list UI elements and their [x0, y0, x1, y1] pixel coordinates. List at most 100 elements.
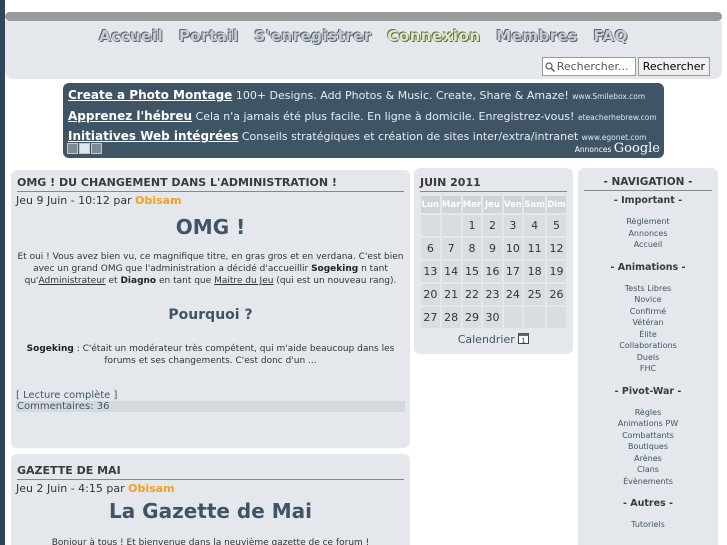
- nav-link[interactable]: Collaborations: [578, 340, 718, 352]
- calendar-empty-cell: [524, 307, 545, 328]
- calendar-day[interactable]: 13: [421, 261, 440, 282]
- calendar-day[interactable]: 10: [503, 238, 523, 259]
- calendar-day[interactable]: 19: [547, 261, 566, 282]
- calendar-day[interactable]: 22: [462, 284, 482, 305]
- calendar-day[interactable]: 15: [462, 261, 482, 282]
- weekday: Ven: [503, 196, 523, 213]
- calendar-icon: 1: [518, 333, 530, 345]
- ad-choices-brand: Google: [613, 141, 660, 156]
- calendar-week-row: 12345: [421, 215, 566, 236]
- weekday: Mer: [462, 196, 482, 213]
- menu-register[interactable]: S'enregistrer: [254, 27, 371, 45]
- ad-choices-label: Annonces: [574, 145, 612, 154]
- ad-item[interactable]: Initiatives Web intégrées Conseils strat…: [68, 127, 659, 148]
- comments-count[interactable]: Commentaires: 36: [16, 401, 405, 412]
- nav-link[interactable]: FHC: [578, 363, 718, 375]
- nav-link[interactable]: Tests Libres: [578, 283, 718, 295]
- nav-link[interactable]: Clans: [578, 464, 718, 476]
- calendar-title: JUIN 2011: [420, 176, 567, 192]
- ad-item[interactable]: Apprenez l'hébreu Cela n'a jamais été pl…: [68, 107, 659, 128]
- menu-faq[interactable]: FAQ: [593, 27, 627, 45]
- calendar-day[interactable]: 2: [483, 215, 502, 236]
- menu-connexion[interactable]: Connexion: [387, 27, 480, 45]
- calendar-day[interactable]: 23: [483, 284, 502, 305]
- ad-close-button[interactable]: [91, 143, 102, 154]
- nav-link[interactable]: Annonces: [578, 228, 718, 240]
- article-author[interactable]: Obisam: [135, 194, 181, 207]
- nav-link[interactable]: Vétéran: [578, 317, 718, 329]
- top-bar: [5, 12, 722, 21]
- ad-title[interactable]: Apprenez l'hébreu: [68, 109, 192, 123]
- ad-item[interactable]: Create a Photo Montage 100+ Designs. Add…: [68, 86, 659, 107]
- calendar-day[interactable]: 30: [483, 307, 502, 328]
- ad-next-button[interactable]: [79, 143, 90, 154]
- nav-link[interactable]: Boutiques: [578, 441, 718, 453]
- ad-choices[interactable]: Annonces Google: [575, 141, 660, 156]
- calendar-day[interactable]: 11: [524, 238, 545, 259]
- calendar-day[interactable]: 14: [441, 261, 461, 282]
- calendar-day[interactable]: 17: [503, 261, 523, 282]
- nav-section-title: - Animations -: [610, 261, 686, 273]
- nav-link[interactable]: Arènes: [578, 453, 718, 465]
- search-placeholder: Rechercher...: [556, 60, 629, 73]
- calendar-day[interactable]: 12: [547, 238, 566, 259]
- calendar-day[interactable]: 8: [462, 238, 482, 259]
- article-date: Jeu 9 Juin - 10:12 par: [16, 194, 132, 207]
- calendar-day[interactable]: 9: [483, 238, 502, 259]
- calendar-day[interactable]: 20: [421, 284, 440, 305]
- calendar-day[interactable]: 27: [421, 307, 440, 328]
- nav-link[interactable]: Accueil: [578, 239, 718, 251]
- calendar-day[interactable]: 24: [503, 284, 523, 305]
- calendar-empty-cell: [503, 307, 523, 328]
- ad-prev-button[interactable]: [67, 143, 78, 154]
- nav-link[interactable]: Novice: [578, 294, 718, 306]
- nav-link[interactable]: Évènements: [578, 476, 718, 488]
- article-gazette: GAZETTE DE MAI Jeu 2 Juin - 4:15 par Obi…: [11, 454, 410, 545]
- nav-section-title: - Pivot-War -: [614, 385, 682, 397]
- nav-link[interactable]: Élite: [578, 329, 718, 341]
- calendar-link[interactable]: Calendrier 1: [414, 332, 573, 346]
- calendar-day[interactable]: 1: [462, 215, 482, 236]
- calendar-day[interactable]: 6: [421, 238, 440, 259]
- calendar-day[interactable]: 5: [547, 215, 566, 236]
- article-author[interactable]: Obisam: [128, 482, 174, 495]
- left-edge-bar: [0, 0, 5, 545]
- menu-accueil[interactable]: Accueil: [99, 27, 163, 45]
- read-more-link[interactable]: [ Lecture complète ]: [11, 390, 410, 401]
- nav-link[interactable]: Combattants: [578, 430, 718, 442]
- calendar-day[interactable]: 18: [524, 261, 545, 282]
- article-heading[interactable]: OMG ! DU CHANGEMENT DANS L'ADMINISTRATIO…: [17, 176, 404, 192]
- calendar-week-row: 6 7 8 9 10 11 12: [421, 238, 566, 259]
- calendar-day[interactable]: 28: [441, 307, 461, 328]
- calendar-day[interactable]: 21: [441, 284, 461, 305]
- article-title: La Gazette de Mai: [108, 499, 313, 523]
- nav-link[interactable]: Tutoriels: [578, 519, 718, 531]
- nav-link[interactable]: Règlement: [578, 216, 718, 228]
- ad-title[interactable]: Create a Photo Montage: [68, 88, 232, 102]
- calendar-day[interactable]: 25: [524, 284, 545, 305]
- body-link[interactable]: Administrateur: [39, 276, 106, 286]
- calendar-day[interactable]: 3: [503, 215, 523, 236]
- search-button[interactable]: Rechercher: [637, 57, 710, 76]
- ad-title[interactable]: Initiatives Web intégrées: [68, 129, 238, 143]
- search-form: Rechercher... Rechercher: [541, 57, 710, 76]
- nav-link[interactable]: Règles: [578, 407, 718, 419]
- nav-link[interactable]: Duels: [578, 352, 718, 364]
- menu-portail[interactable]: Portail: [179, 27, 239, 45]
- nav-link[interactable]: Animations PW: [578, 418, 718, 430]
- body-text: (qui est un nouveau rang).: [276, 276, 397, 286]
- body-text: et: [108, 276, 118, 286]
- menu-membres[interactable]: Membres: [496, 27, 577, 45]
- calendar-day[interactable]: 4: [524, 215, 545, 236]
- body-link[interactable]: Maitre du Jeu: [214, 276, 273, 286]
- calendar-day[interactable]: 16: [483, 261, 502, 282]
- article-heading[interactable]: GAZETTE DE MAI: [17, 464, 404, 480]
- calendar-day[interactable]: 29: [462, 307, 482, 328]
- nav-link[interactable]: Confirmé: [578, 306, 718, 318]
- calendar-day[interactable]: 7: [441, 238, 461, 259]
- search-input[interactable]: Rechercher...: [541, 57, 636, 76]
- article-date: Jeu 2 Juin - 4:15 par: [16, 482, 125, 495]
- body-text: : C'était un modérateur très compétent, …: [76, 344, 395, 366]
- svg-text:1: 1: [522, 337, 526, 345]
- calendar-day[interactable]: 26: [547, 284, 566, 305]
